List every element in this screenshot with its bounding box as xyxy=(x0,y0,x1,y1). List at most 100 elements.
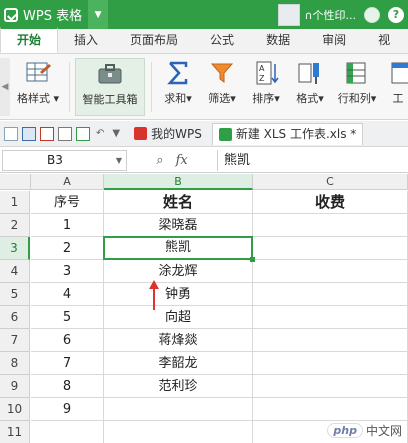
cell-b8[interactable]: 李韶龙 xyxy=(104,352,253,375)
cell-a10[interactable]: 9 xyxy=(31,398,104,421)
format-button[interactable]: 格式▾ xyxy=(290,58,330,116)
format-style-label: 格样式 xyxy=(16,92,50,105)
export-pdf-icon[interactable] xyxy=(40,126,54,141)
print-icon[interactable] xyxy=(58,126,72,141)
fill-handle[interactable] xyxy=(250,257,255,262)
document-tab-label: 新建 XLS 工作表.xls * xyxy=(235,127,357,141)
cell-c10[interactable] xyxy=(253,398,408,421)
sum-button[interactable]: 求和▾ xyxy=(158,58,198,116)
cell-reference: B3 xyxy=(47,152,63,167)
worksheet-button[interactable]: 工 xyxy=(388,58,408,116)
sort-button[interactable]: AZ 排序▾ xyxy=(246,58,286,116)
new-file-icon[interactable] xyxy=(4,126,18,141)
cell-b5[interactable]: 钟勇 xyxy=(104,283,253,306)
insert-function-button[interactable]: fx xyxy=(176,153,188,168)
sort-label: 排序 xyxy=(252,92,275,105)
cell-b11[interactable] xyxy=(104,421,253,443)
tab-insert[interactable]: 插入 xyxy=(58,28,114,53)
formula-bar: B3 ▼ ⌕ fx 熊凯 xyxy=(0,148,408,173)
cell-b9[interactable]: 范利珍 xyxy=(104,375,253,398)
cell-c11[interactable] xyxy=(253,421,408,443)
cell-b2[interactable]: 梁晓磊 xyxy=(104,214,253,237)
user-area: ∩个性印... ? xyxy=(278,0,408,29)
row-header-10[interactable]: 10 xyxy=(0,398,30,421)
cell-c1[interactable]: 收费 xyxy=(253,191,408,214)
row-header-1[interactable]: 1 xyxy=(0,191,30,214)
cell-a1[interactable]: 序号 xyxy=(31,191,104,214)
cell-a7[interactable]: 6 xyxy=(31,329,104,352)
tab-view[interactable]: 视 xyxy=(362,28,406,53)
row-header-11[interactable]: 11 xyxy=(0,421,30,443)
row-header-2[interactable]: 2 xyxy=(0,214,30,237)
cell-a2[interactable]: 1 xyxy=(31,214,104,237)
customize-dropdown-icon[interactable]: ▼ xyxy=(112,128,120,139)
user-label[interactable]: ∩个性印... xyxy=(304,7,356,23)
cell-c3[interactable] xyxy=(253,237,408,260)
row-col-button[interactable]: 行和列▾ xyxy=(334,58,380,116)
tab-my-wps[interactable]: 我的WPS xyxy=(128,123,208,145)
print-preview-icon[interactable] xyxy=(76,126,90,141)
row-header-7[interactable]: 7 xyxy=(0,329,30,352)
row-header-5[interactable]: 5 xyxy=(0,283,30,306)
cell-c8[interactable] xyxy=(253,352,408,375)
column-header-b[interactable]: B xyxy=(104,174,253,190)
cell-a4[interactable]: 3 xyxy=(31,260,104,283)
app-menu-button[interactable]: WPS 表格 xyxy=(0,0,88,29)
filter-button[interactable]: 筛选▾ xyxy=(202,58,242,116)
tab-data[interactable]: 数据 xyxy=(250,28,306,53)
cell-c9[interactable] xyxy=(253,375,408,398)
cell-b10[interactable] xyxy=(104,398,253,421)
ribbon-scroll-left-button[interactable]: ◀ xyxy=(0,58,10,116)
cell-a9[interactable]: 8 xyxy=(31,375,104,398)
toolbox-icon xyxy=(96,61,124,87)
tab-formulas[interactable]: 公式 xyxy=(194,28,250,53)
formula-input[interactable]: 熊凯 xyxy=(217,149,408,171)
cell-a11[interactable] xyxy=(31,421,104,443)
cell-b1[interactable]: 姓名 xyxy=(104,191,253,214)
tab-document[interactable]: 新建 XLS 工作表.xls * xyxy=(211,122,364,145)
spreadsheet-grid[interactable]: A B C php 中文网 1 序号 姓名 收费 2 1 梁晓磊 3 2 熊凯 4 3 涂龙辉 5 4 钟勇 6… xyxy=(0,174,408,443)
skin-icon[interactable] xyxy=(364,6,380,23)
column-header-c[interactable]: C xyxy=(253,174,408,190)
name-box[interactable]: B3 ▼ xyxy=(2,149,127,171)
chevron-down-icon[interactable]: ▼ xyxy=(116,151,122,170)
cell-a3[interactable]: 2 xyxy=(31,237,104,260)
cell-c7[interactable] xyxy=(253,329,408,352)
sigma-icon xyxy=(164,60,192,86)
cell-c6[interactable] xyxy=(253,306,408,329)
help-icon[interactable]: ? xyxy=(388,6,404,23)
undo-icon[interactable]: ↶ xyxy=(96,128,104,139)
cell-b3[interactable]: 熊凯 xyxy=(103,236,253,260)
cell-a6[interactable]: 5 xyxy=(31,306,104,329)
cell-a5[interactable]: 4 xyxy=(31,283,104,306)
cell-b4[interactable]: 涂龙辉 xyxy=(104,260,253,283)
zoom-search-icon[interactable]: ⌕ xyxy=(156,153,163,168)
ribbon: ◀ 格样式 ▾ 智能工具箱 求和▾ 筛选▾ AZ 排序▾ 格式▾ 行和列▾ 工 xyxy=(0,54,408,120)
cell-c5[interactable] xyxy=(253,283,408,306)
row-header-8[interactable]: 8 xyxy=(0,352,30,375)
cell-a8[interactable]: 7 xyxy=(31,352,104,375)
tab-home[interactable]: 开始 xyxy=(0,27,59,53)
select-all-corner[interactable] xyxy=(0,174,31,190)
tab-page-layout[interactable]: 页面布局 xyxy=(114,28,194,53)
smart-toolbox-button[interactable]: 智能工具箱 xyxy=(75,58,145,116)
row-header-6[interactable]: 6 xyxy=(0,306,30,329)
save-icon[interactable] xyxy=(22,126,36,141)
app-title: WPS 表格 xyxy=(23,9,83,24)
cell-b6[interactable]: 向超 xyxy=(104,306,253,329)
format-label: 格式 xyxy=(296,92,319,105)
cell-b7[interactable]: 蒋烽燚 xyxy=(104,329,253,352)
column-header-a[interactable]: A xyxy=(31,174,104,190)
row-header-4[interactable]: 4 xyxy=(0,260,30,283)
cell-c2[interactable] xyxy=(253,214,408,237)
ribbon-divider xyxy=(69,62,70,112)
row-col-icon xyxy=(343,60,371,86)
tab-review[interactable]: 审阅 xyxy=(306,28,362,53)
row-header-9[interactable]: 9 xyxy=(0,375,30,398)
row-header-3[interactable]: 3 xyxy=(0,237,30,260)
app-dropdown-button[interactable]: ▼ xyxy=(88,0,109,29)
format-style-button[interactable]: 格样式 ▾ xyxy=(10,58,66,116)
wps-doc-icon xyxy=(134,127,148,140)
cell-c4[interactable] xyxy=(253,260,408,283)
avatar[interactable] xyxy=(278,3,301,26)
